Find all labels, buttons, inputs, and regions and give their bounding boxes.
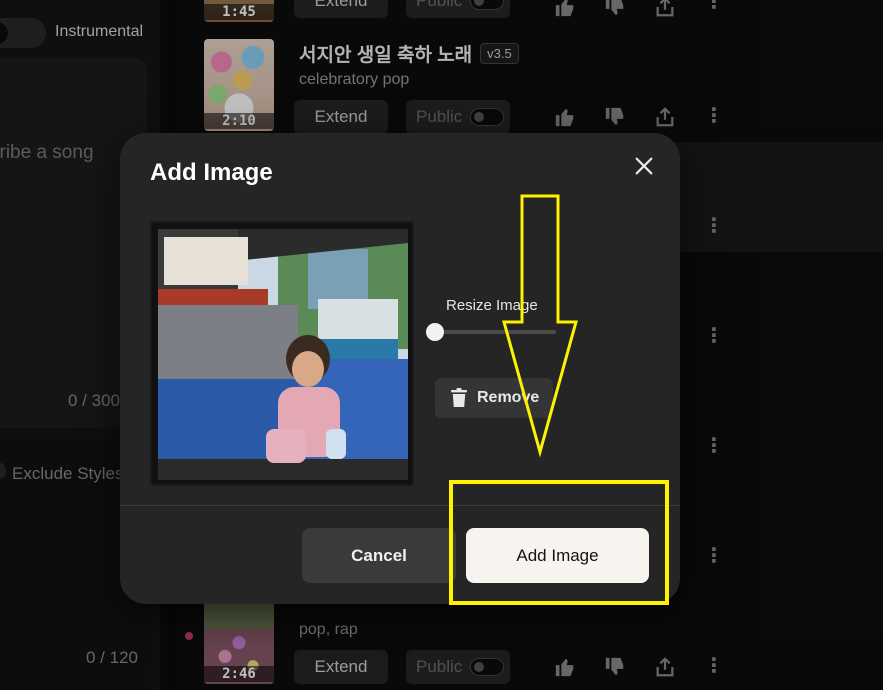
uploaded-photo — [158, 229, 408, 480]
close-icon — [635, 157, 653, 174]
add-image-dialog: Add Image Resize Image Remove Cancel Add… — [120, 133, 680, 604]
dialog-divider — [120, 505, 680, 506]
resize-image-label: Resize Image — [446, 297, 538, 314]
resize-image-slider[interactable] — [426, 323, 558, 341]
close-button[interactable] — [630, 153, 658, 181]
remove-image-button[interactable]: Remove — [435, 378, 553, 418]
image-preview — [150, 221, 414, 486]
remove-label: Remove — [477, 389, 540, 406]
slider-handle[interactable] — [426, 323, 444, 341]
dialog-title: Add Image — [150, 159, 273, 186]
cancel-button[interactable]: Cancel — [302, 528, 456, 583]
trash-icon — [451, 388, 467, 407]
slider-track[interactable] — [434, 330, 556, 334]
add-image-button[interactable]: Add Image — [466, 528, 649, 583]
